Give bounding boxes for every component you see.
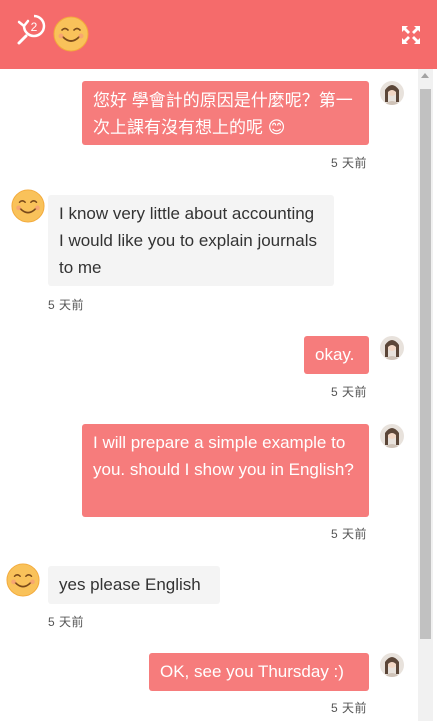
incoming-message: I know very little about accounting I wo… — [48, 195, 334, 286]
user-avatar-icon — [380, 81, 404, 105]
bot-avatar-icon — [53, 16, 89, 52]
message-timestamp: 5 天前 — [48, 298, 85, 312]
user-avatar-icon — [380, 653, 404, 677]
chat-messages[interactable]: 您好 學會計的原因是什麼呢？第一次上課有沒有想上的呢 😊 5 天前 I know… — [0, 69, 437, 721]
incoming-message: yes please English — [48, 566, 220, 604]
outgoing-message: okay. — [304, 336, 369, 374]
chat-header: 2 — [0, 0, 437, 69]
chat-scrollbar[interactable] — [418, 69, 433, 721]
back-badge: 2 — [31, 20, 38, 34]
message-timestamp: 5 天前 — [331, 527, 368, 541]
back-icon[interactable]: 2 — [16, 12, 46, 46]
expand-icon[interactable] — [401, 25, 421, 45]
message-timestamp: 5 天前 — [331, 385, 368, 399]
outgoing-message: I will prepare a simple example to you. … — [82, 424, 369, 517]
outgoing-message: OK, see you Thursday :) — [149, 653, 369, 691]
user-avatar-icon — [380, 424, 404, 448]
message-timestamp: 5 天前 — [331, 156, 368, 170]
user-avatar-icon — [380, 336, 404, 360]
message-timestamp: 5 天前 — [48, 615, 85, 629]
bot-avatar-icon — [11, 189, 45, 223]
scrollbar-thumb[interactable] — [420, 89, 431, 639]
message-timestamp: 5 天前 — [331, 701, 368, 715]
bot-avatar-icon — [6, 563, 40, 597]
scroll-up-arrow-icon[interactable] — [421, 73, 429, 78]
outgoing-message: 您好 學會計的原因是什麼呢？第一次上課有沒有想上的呢 😊 — [82, 81, 369, 145]
